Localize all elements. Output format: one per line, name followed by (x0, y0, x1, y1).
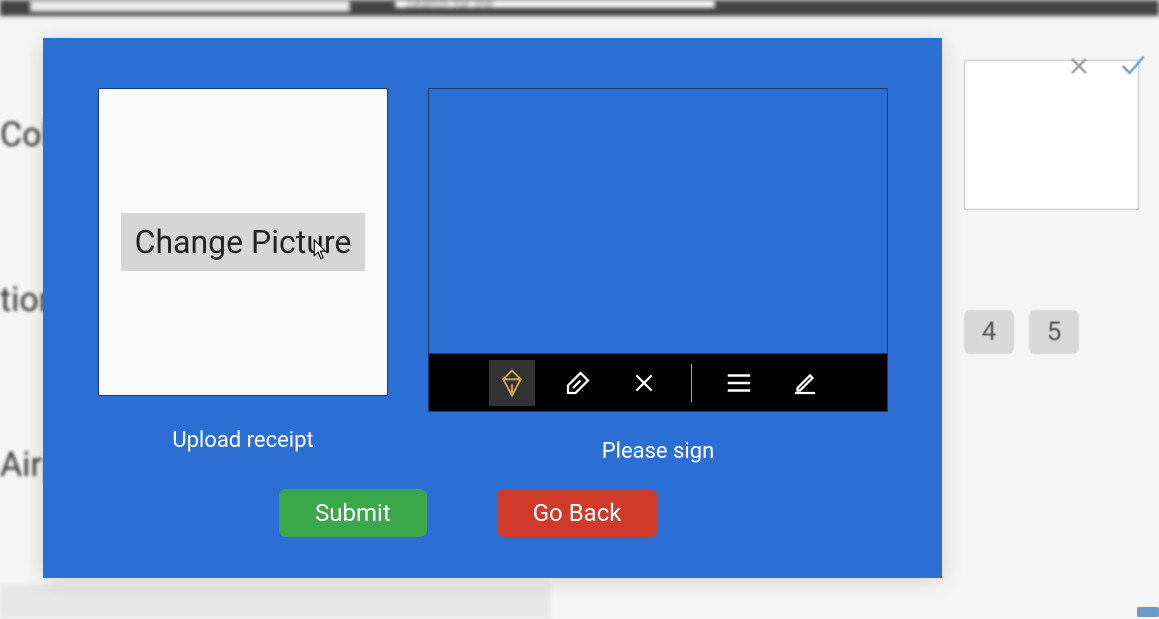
toolbar-divider (691, 364, 692, 402)
bg-bottom-panel (0, 585, 550, 619)
submit-button[interactable]: Submit (279, 489, 427, 537)
scrollbar-thumb[interactable] (1137, 607, 1159, 617)
bg-status-dropdown (30, 0, 350, 12)
signature-caption: Please sign (602, 439, 715, 464)
edit-tool-button[interactable] (782, 360, 828, 406)
go-back-button[interactable]: Go Back (497, 489, 658, 537)
signature-toolbar (428, 354, 888, 412)
eraser-tool-button[interactable] (555, 360, 601, 406)
upload-caption: Upload receipt (172, 428, 313, 453)
lines-tool-button[interactable] (716, 360, 762, 406)
eraser-icon (563, 368, 593, 398)
modal-action-buttons: Submit Go Back (43, 489, 942, 537)
lines-icon (724, 368, 754, 398)
signature-panel: Please sign (428, 88, 888, 464)
bg-signature-preview-box (964, 60, 1139, 210)
pen-tool-button[interactable] (489, 360, 535, 406)
check-icon[interactable] (1115, 52, 1149, 88)
edit-icon (790, 368, 820, 398)
upload-receipt-box: Change Picture (98, 88, 388, 396)
pen-icon (497, 368, 527, 398)
upload-panel: Change Picture Upload receipt (98, 88, 388, 464)
rating-box[interactable]: 5 (1029, 310, 1079, 354)
signature-canvas[interactable] (428, 88, 888, 354)
change-picture-button[interactable]: Change Picture (121, 213, 366, 271)
upload-sign-modal: Change Picture Upload receipt (43, 38, 942, 578)
bg-search-input: Search for the (395, 0, 715, 8)
close-icon[interactable] (1065, 52, 1093, 88)
rating-box[interactable]: 4 (964, 310, 1014, 354)
clear-icon (631, 370, 657, 396)
clear-tool-button[interactable] (621, 360, 667, 406)
